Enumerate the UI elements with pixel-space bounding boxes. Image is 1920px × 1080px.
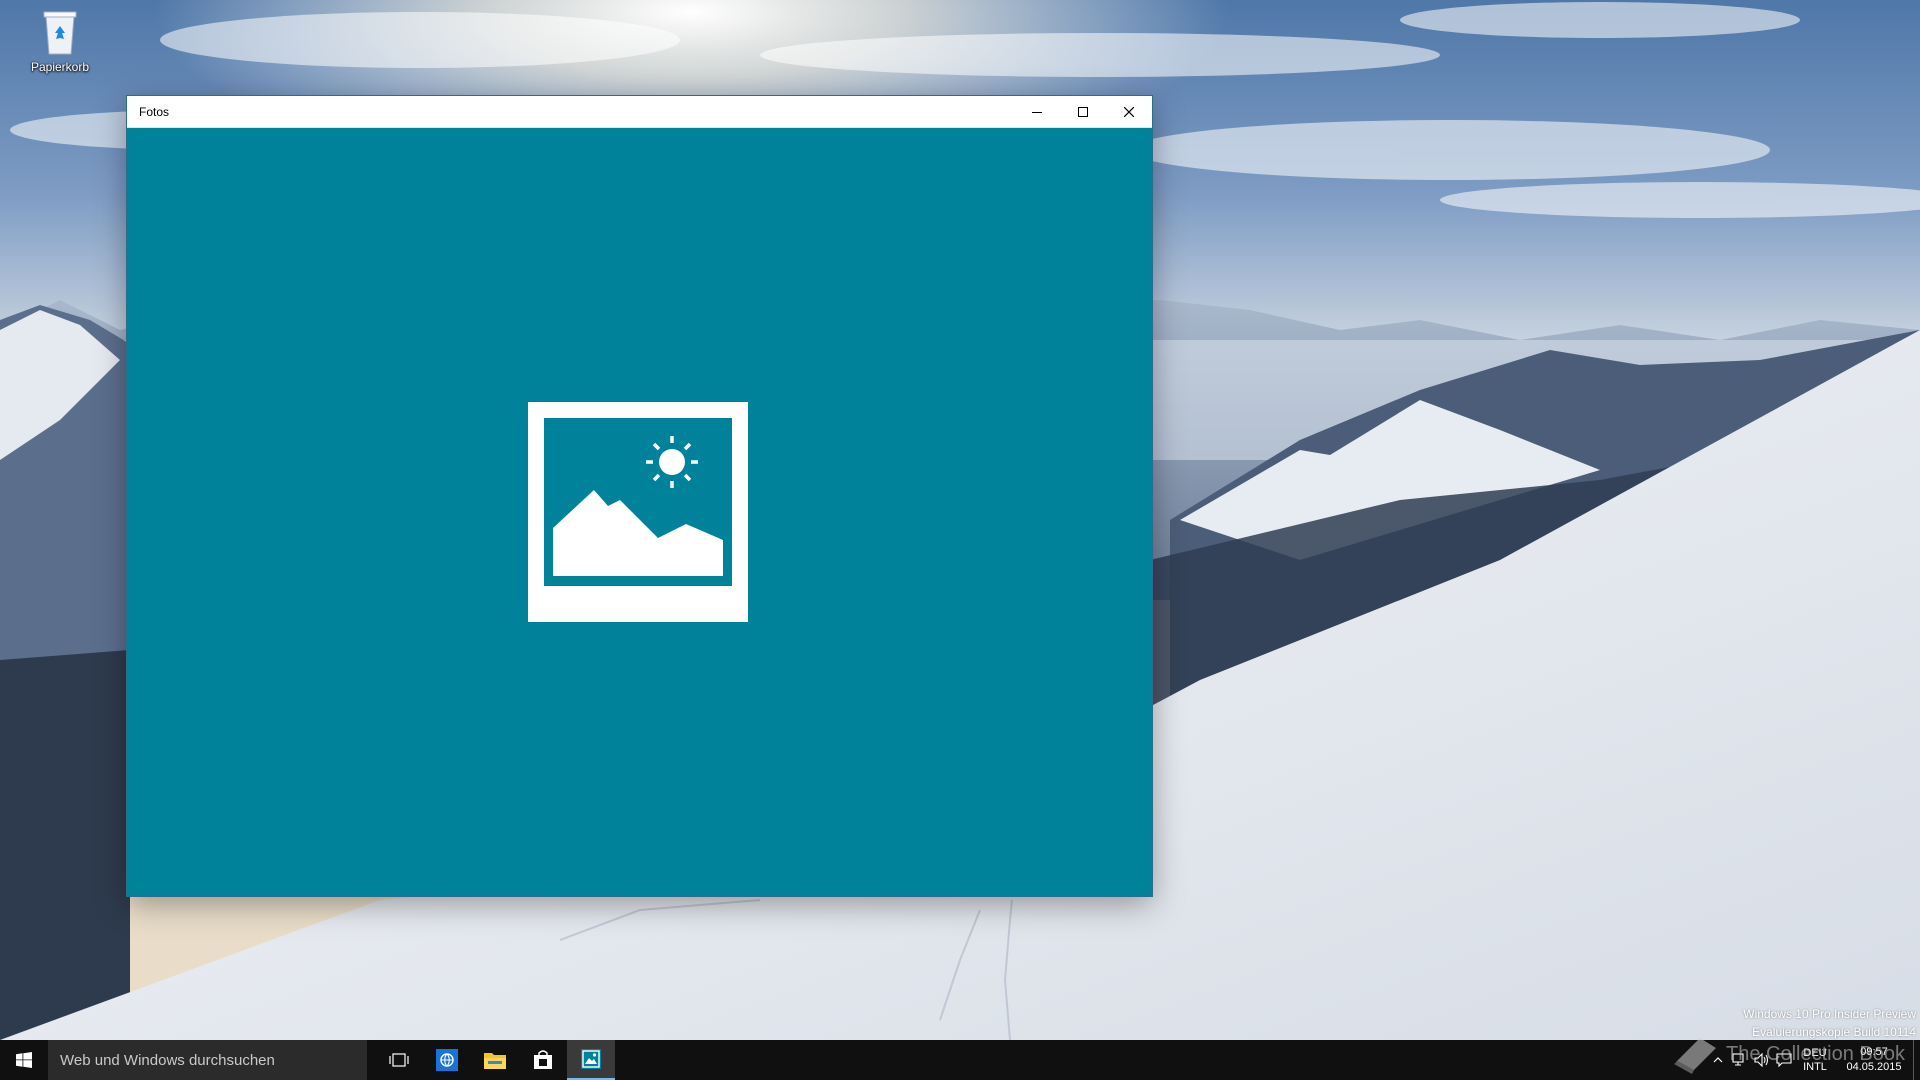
window-title: Fotos bbox=[139, 105, 170, 119]
watermark-brand: The Collection Book bbox=[1726, 1042, 1905, 1065]
close-icon bbox=[1124, 106, 1134, 117]
windows-logo-icon bbox=[16, 1052, 32, 1068]
photos-app-window: Fotos bbox=[127, 96, 1152, 896]
photos-app-icon bbox=[528, 402, 748, 622]
folder-icon bbox=[484, 1053, 506, 1069]
splash-screen bbox=[127, 127, 1152, 896]
recycle-bin-icon bbox=[38, 6, 82, 58]
recycle-bin-label: Papierkorb bbox=[30, 60, 90, 74]
book-logo-icon bbox=[1674, 1038, 1716, 1074]
search-box[interactable]: Web und Windows durchsuchen bbox=[48, 1040, 367, 1080]
store-icon bbox=[534, 1050, 552, 1069]
taskbar: Web und Windows durchsuchen DEU INTL 09:… bbox=[0, 1040, 1920, 1080]
recycle-bin-desktop-icon[interactable]: Papierkorb bbox=[18, 6, 102, 74]
task-view-icon bbox=[389, 1053, 409, 1067]
show-desktop-button[interactable] bbox=[1913, 1040, 1920, 1080]
close-button[interactable] bbox=[1106, 96, 1152, 127]
photos-taskbar-button[interactable] bbox=[567, 1040, 615, 1080]
maximize-button[interactable] bbox=[1060, 96, 1106, 127]
window-titlebar[interactable]: Fotos bbox=[127, 96, 1152, 128]
minimize-button[interactable] bbox=[1014, 96, 1060, 127]
task-view-button[interactable] bbox=[375, 1040, 423, 1080]
photos-icon bbox=[581, 1049, 601, 1069]
search-placeholder: Web und Windows durchsuchen bbox=[60, 1051, 275, 1069]
watermark-line-1: Windows 10 Pro Insider Preview bbox=[1743, 1007, 1916, 1021]
maximize-icon bbox=[1078, 106, 1088, 117]
store-button[interactable] bbox=[519, 1040, 567, 1080]
start-button[interactable] bbox=[0, 1040, 48, 1080]
window-controls bbox=[1014, 96, 1152, 127]
browser-icon bbox=[436, 1049, 458, 1071]
site-watermark: The Collection Book bbox=[1670, 1032, 1905, 1076]
browser-button[interactable] bbox=[423, 1040, 471, 1080]
file-explorer-button[interactable] bbox=[471, 1040, 519, 1080]
minimize-icon bbox=[1032, 111, 1042, 113]
